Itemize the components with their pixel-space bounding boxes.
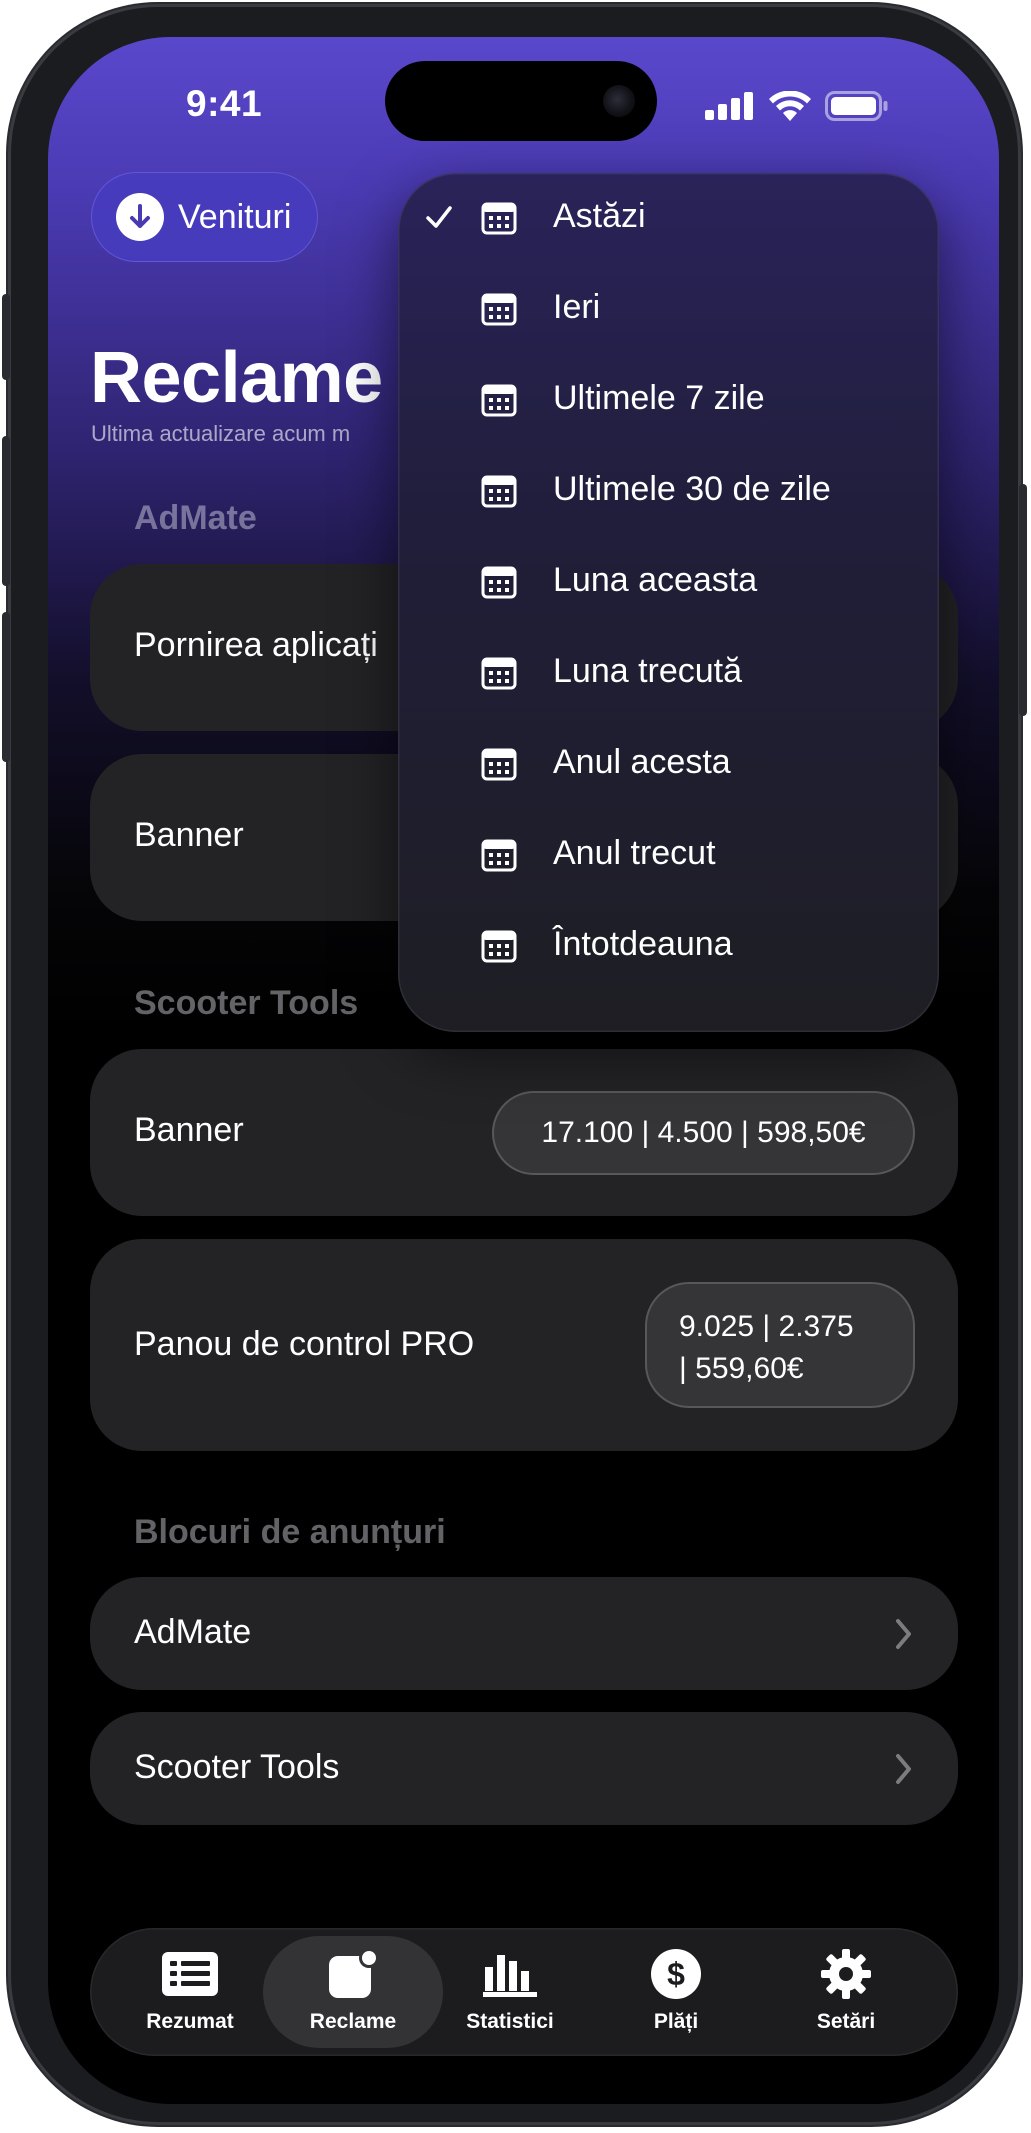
signal-icon bbox=[705, 92, 753, 120]
calendar-icon bbox=[481, 202, 517, 235]
list-icon bbox=[160, 1948, 220, 2000]
svg-text:$: $ bbox=[667, 1956, 685, 1992]
calendar-icon bbox=[481, 930, 517, 963]
ad-row-scooter-banner[interactable]: Banner 17.100 | 4.500 | 598,50€ bbox=[90, 1049, 958, 1216]
volume-up-button bbox=[2, 436, 10, 586]
date-range-option-label: Întotdeauna bbox=[553, 925, 733, 963]
ad-stats-line: | 559,60€ bbox=[679, 1352, 804, 1385]
tab-setari[interactable]: Setări bbox=[760, 1928, 932, 2056]
ad-unit-row-scooter-tools[interactable]: Scooter Tools bbox=[90, 1712, 958, 1825]
date-range-option-label: Luna aceasta bbox=[553, 561, 758, 599]
ad-row-label: Panou de control PRO bbox=[134, 1325, 475, 1363]
ad-unit-row-admate[interactable]: AdMate bbox=[90, 1577, 958, 1690]
date-range-option-last-30-days[interactable]: Ultimele 30 de zile bbox=[398, 446, 939, 537]
date-range-option-label: Ultimele 7 zile bbox=[553, 379, 765, 417]
date-range-option-today[interactable]: Astăzi bbox=[398, 173, 939, 264]
phone-frame: 9:41 Venituri Reclame Ultima actualizare… bbox=[2, 4, 1027, 2125]
date-range-option-this-month[interactable]: Luna aceasta bbox=[398, 537, 939, 628]
calendar-icon bbox=[481, 384, 517, 417]
ad-unit-label: AdMate bbox=[134, 1613, 252, 1651]
bar-chart-icon bbox=[480, 1948, 540, 2000]
ad-row-scooter-pro-dashboard[interactable]: Panou de control PRO 9.025 | 2.375 | 559… bbox=[90, 1239, 958, 1451]
tab-statistici[interactable]: Statistici bbox=[424, 1928, 596, 2056]
ad-stats-pill: 9.025 | 2.375 | 559,60€ bbox=[645, 1282, 915, 1408]
date-range-option-label: Anul acesta bbox=[553, 743, 731, 781]
ad-row-label: Pornirea aplicați bbox=[134, 626, 378, 664]
ad-stats-pill: 17.100 | 4.500 | 598,50€ bbox=[492, 1091, 915, 1175]
status-icons bbox=[705, 91, 889, 121]
tab-label: Rezumat bbox=[146, 2010, 234, 2033]
date-range-option-label: Astăzi bbox=[553, 197, 646, 235]
calendar-icon bbox=[481, 293, 517, 326]
tab-rezumat[interactable]: Rezumat bbox=[104, 1928, 276, 2056]
volume-down-button bbox=[2, 612, 10, 762]
dollar-icon: $ bbox=[646, 1948, 706, 2000]
calendar-icon bbox=[481, 748, 517, 781]
date-range-option-label: Ultimele 30 de zile bbox=[553, 470, 831, 508]
date-range-option-all-time[interactable]: Întotdeauna bbox=[398, 901, 939, 992]
date-range-option-label: Anul trecut bbox=[553, 834, 716, 872]
tab-label: Reclame bbox=[309, 2010, 397, 2033]
arrow-down-icon bbox=[116, 193, 164, 241]
calendar-icon bbox=[481, 475, 517, 508]
revenue-button-label: Venituri bbox=[178, 197, 292, 236]
last-updated-text: Ultima actualizare acum m bbox=[91, 421, 351, 446]
date-range-option-last-7-days[interactable]: Ultimele 7 zile bbox=[398, 355, 939, 446]
tab-bar: Rezumat Reclame Statistici $ Plăți Setăr… bbox=[90, 1928, 958, 2056]
ad-stats-line: 9.025 | 2.375 bbox=[679, 1310, 854, 1343]
page-title: Reclame bbox=[90, 338, 383, 418]
dynamic-island bbox=[385, 61, 657, 141]
screen: 9:41 Venituri Reclame Ultima actualizare… bbox=[48, 37, 999, 2104]
ad-row-label: Banner bbox=[134, 816, 244, 854]
section-title-scooter-tools: Scooter Tools bbox=[134, 984, 359, 1022]
chevron-right-icon bbox=[896, 1619, 911, 1649]
section-title-admate: AdMate bbox=[134, 499, 257, 537]
camera-icon bbox=[603, 85, 635, 117]
calendar-icon bbox=[481, 566, 517, 599]
date-range-option-last-month[interactable]: Luna trecută bbox=[398, 628, 939, 719]
revenue-button[interactable]: Venituri bbox=[91, 172, 319, 262]
chevron-right-icon bbox=[896, 1754, 911, 1784]
wifi-icon bbox=[769, 91, 811, 121]
date-range-option-label: Luna trecută bbox=[553, 652, 743, 690]
battery-icon bbox=[825, 91, 888, 121]
date-range-option-last-year[interactable]: Anul trecut bbox=[398, 810, 939, 901]
calendar-icon bbox=[481, 657, 517, 690]
date-range-option-yesterday[interactable]: Ieri bbox=[398, 264, 939, 355]
tab-label: Plăți bbox=[653, 2010, 699, 2033]
tab-label: Statistici bbox=[466, 2010, 554, 2033]
calendar-icon bbox=[481, 839, 517, 872]
tab-reclame[interactable]: Reclame bbox=[263, 1936, 443, 2048]
ad-row-label: Banner bbox=[134, 1111, 244, 1149]
gear-icon bbox=[816, 1948, 876, 2000]
checkmark-icon bbox=[426, 206, 452, 228]
section-title-ad-units: Blocuri de anunțuri bbox=[134, 1513, 446, 1551]
date-range-option-this-year[interactable]: Anul acesta bbox=[398, 719, 939, 810]
ad-unit-label: Scooter Tools bbox=[134, 1748, 340, 1786]
date-range-menu: Astăzi Ieri Ultimele 7 zile Ultimele 30 … bbox=[398, 173, 939, 1032]
tab-label: Setări bbox=[816, 2010, 876, 2033]
date-range-option-label: Ieri bbox=[553, 288, 601, 326]
status-time: 9:41 bbox=[186, 83, 263, 124]
tab-plati[interactable]: $ Plăți bbox=[590, 1928, 762, 2056]
ads-icon bbox=[323, 1948, 383, 2000]
power-button bbox=[1019, 484, 1027, 716]
action-button bbox=[2, 294, 10, 380]
